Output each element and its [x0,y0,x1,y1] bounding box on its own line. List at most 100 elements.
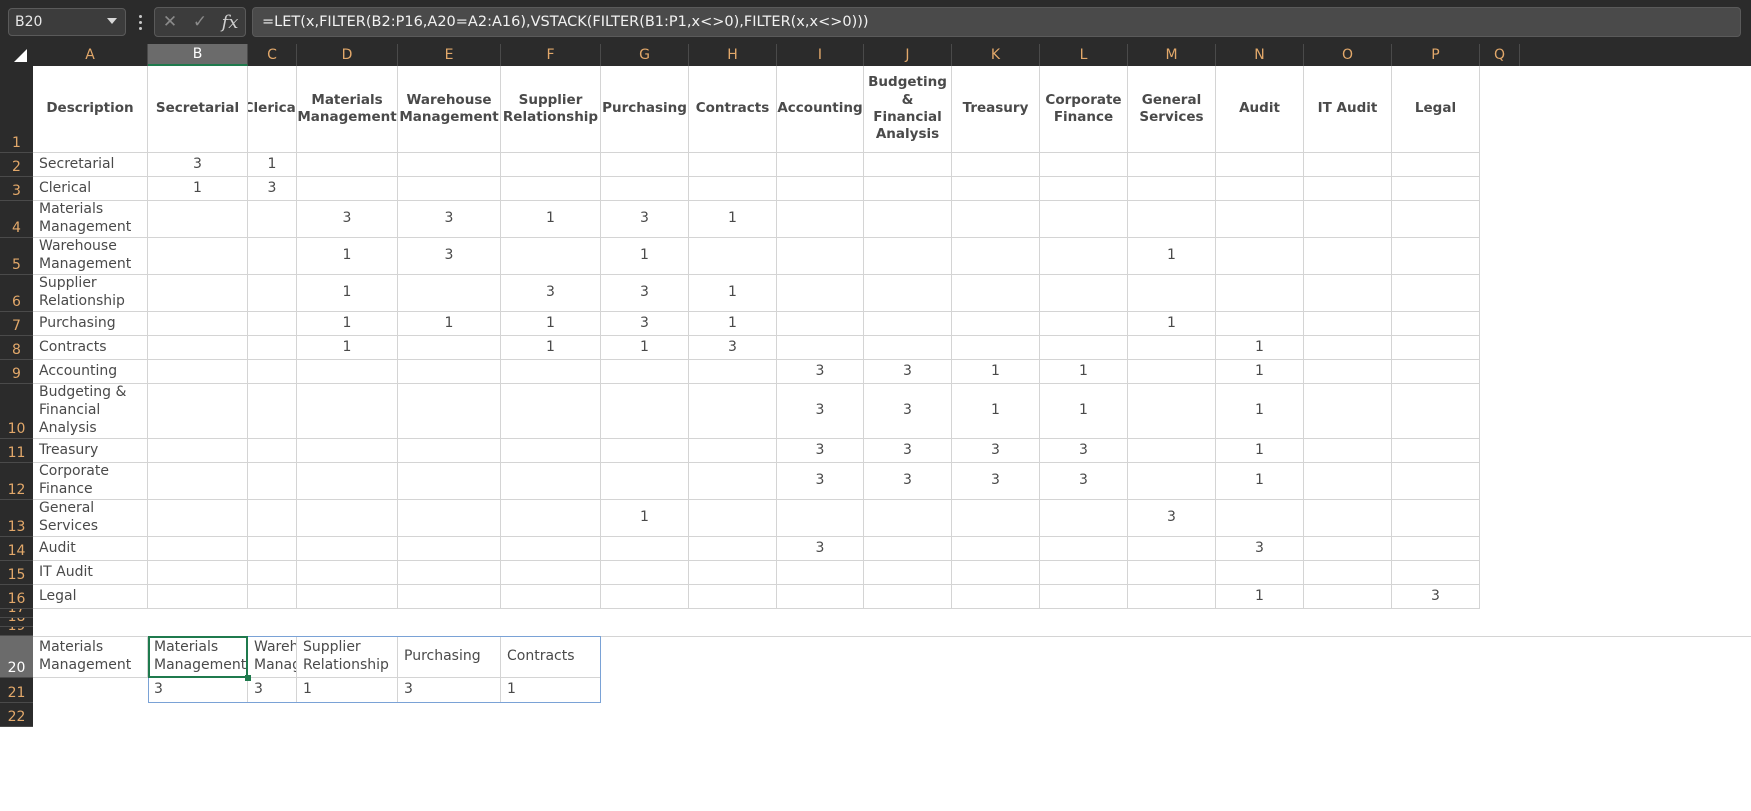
matrix-cell-m12[interactable] [1128,463,1216,500]
matrix-cell-k2[interactable] [952,153,1040,177]
matrix-cell-m4[interactable] [1128,201,1216,238]
row-header-7[interactable]: 7 [0,312,33,336]
matrix-cell-i7[interactable] [777,312,864,336]
column-header-m[interactable]: M [1128,44,1216,66]
matrix-cell-b10[interactable] [148,384,248,439]
matrix-cell-d15[interactable] [297,561,398,585]
matrix-cell-f3[interactable] [501,177,601,201]
matrix-cell-l7[interactable] [1040,312,1128,336]
empty-cell[interactable] [1392,618,1480,627]
empty-cell[interactable] [1392,636,1480,678]
matrix-row-label[interactable]: Legal [33,585,148,609]
empty-cell[interactable] [1040,618,1128,627]
matrix-cell-b5[interactable] [148,238,248,275]
matrix-cell-n5[interactable] [1216,238,1304,275]
matrix-cell-g15[interactable] [601,561,689,585]
matrix-cell-c6[interactable] [248,275,297,312]
matrix-cell-n16[interactable]: 1 [1216,585,1304,609]
column-header-d[interactable]: D [297,44,398,66]
matrix-cell-m6[interactable] [1128,275,1216,312]
empty-cell[interactable] [1216,636,1304,678]
matrix-cell-f8[interactable]: 1 [501,336,601,360]
matrix-cell-f7[interactable]: 1 [501,312,601,336]
matrix-cell-p5[interactable] [1392,238,1480,275]
matrix-cell-h8[interactable]: 3 [689,336,777,360]
matrix-cell-p7[interactable] [1392,312,1480,336]
row-header-19[interactable]: 19 [0,627,33,636]
select-all-corner-icon[interactable] [0,44,33,66]
matrix-cell-c12[interactable] [248,463,297,500]
matrix-cell-e16[interactable] [398,585,501,609]
matrix-cell-p14[interactable] [1392,537,1480,561]
matrix-cell-p9[interactable] [1392,360,1480,384]
spill-header-cell-0[interactable]: Materials Management [148,636,248,678]
matrix-cell-e5[interactable]: 3 [398,238,501,275]
matrix-cell-b13[interactable] [148,500,248,537]
row-header-6[interactable]: 6 [0,275,33,312]
empty-cell[interactable] [33,618,148,627]
matrix-cell-b7[interactable] [148,312,248,336]
matrix-cell-j7[interactable] [864,312,952,336]
matrix-cell-k11[interactable]: 3 [952,439,1040,463]
matrix-header-j[interactable]: Budgeting & Financial Analysis [864,66,952,153]
row-header-20[interactable]: 20 [0,636,33,678]
empty-cell[interactable] [1392,627,1480,636]
matrix-cell-i2[interactable] [777,153,864,177]
empty-cell[interactable] [1128,627,1216,636]
spill-input-cell[interactable]: Materials Management [33,636,148,678]
matrix-cell-e15[interactable] [398,561,501,585]
matrix-cell-o9[interactable] [1304,360,1392,384]
empty-cell[interactable] [248,627,297,636]
empty-cell[interactable] [33,703,148,727]
matrix-cell-d6[interactable]: 1 [297,275,398,312]
column-header-g[interactable]: G [601,44,689,66]
matrix-cell-j2[interactable] [864,153,952,177]
matrix-cell-m3[interactable] [1128,177,1216,201]
matrix-cell-n13[interactable] [1216,500,1304,537]
row-header-5[interactable]: 5 [0,238,33,275]
matrix-cell-i14[interactable]: 3 [777,537,864,561]
row-header-15[interactable]: 15 [0,561,33,585]
matrix-cell-i3[interactable] [777,177,864,201]
matrix-cell-i13[interactable] [777,500,864,537]
matrix-cell-j10[interactable]: 3 [864,384,952,439]
matrix-cell-b15[interactable] [148,561,248,585]
matrix-cell-g12[interactable] [601,463,689,500]
matrix-cell-d12[interactable] [297,463,398,500]
matrix-cell-f6[interactable]: 3 [501,275,601,312]
empty-cell[interactable] [501,627,601,636]
matrix-cell-d16[interactable] [297,585,398,609]
matrix-cell-b8[interactable] [148,336,248,360]
matrix-cell-o7[interactable] [1304,312,1392,336]
matrix-cell-m8[interactable] [1128,336,1216,360]
matrix-cell-m5[interactable]: 1 [1128,238,1216,275]
empty-cell[interactable] [1392,703,1480,727]
matrix-row-label[interactable]: Supplier Relationship [33,275,148,312]
matrix-cell-k10[interactable]: 1 [952,384,1040,439]
matrix-cell-m11[interactable] [1128,439,1216,463]
empty-cell[interactable] [501,618,601,627]
matrix-header-h[interactable]: Contracts [689,66,777,153]
matrix-cell-p6[interactable] [1392,275,1480,312]
matrix-cell-h5[interactable] [689,238,777,275]
matrix-cell-b12[interactable] [148,463,248,500]
matrix-cell-o15[interactable] [1304,561,1392,585]
matrix-cell-b16[interactable] [148,585,248,609]
empty-cell[interactable] [248,618,297,627]
empty-cell[interactable] [601,703,689,727]
matrix-cell-k3[interactable] [952,177,1040,201]
matrix-cell-l11[interactable]: 3 [1040,439,1128,463]
matrix-cell-l5[interactable] [1040,238,1128,275]
matrix-cell-o8[interactable] [1304,336,1392,360]
spill-value-cell-1[interactable]: 3 [248,678,297,703]
column-header-j[interactable]: J [864,44,952,66]
empty-cell[interactable] [1128,636,1216,678]
empty-cell[interactable] [248,703,297,727]
empty-cell[interactable] [1216,618,1304,627]
row-header-17[interactable]: 17 [0,609,33,618]
matrix-cell-p8[interactable] [1392,336,1480,360]
matrix-cell-f9[interactable] [501,360,601,384]
matrix-cell-d3[interactable] [297,177,398,201]
matrix-cell-c7[interactable] [248,312,297,336]
matrix-cell-c2[interactable]: 1 [248,153,297,177]
